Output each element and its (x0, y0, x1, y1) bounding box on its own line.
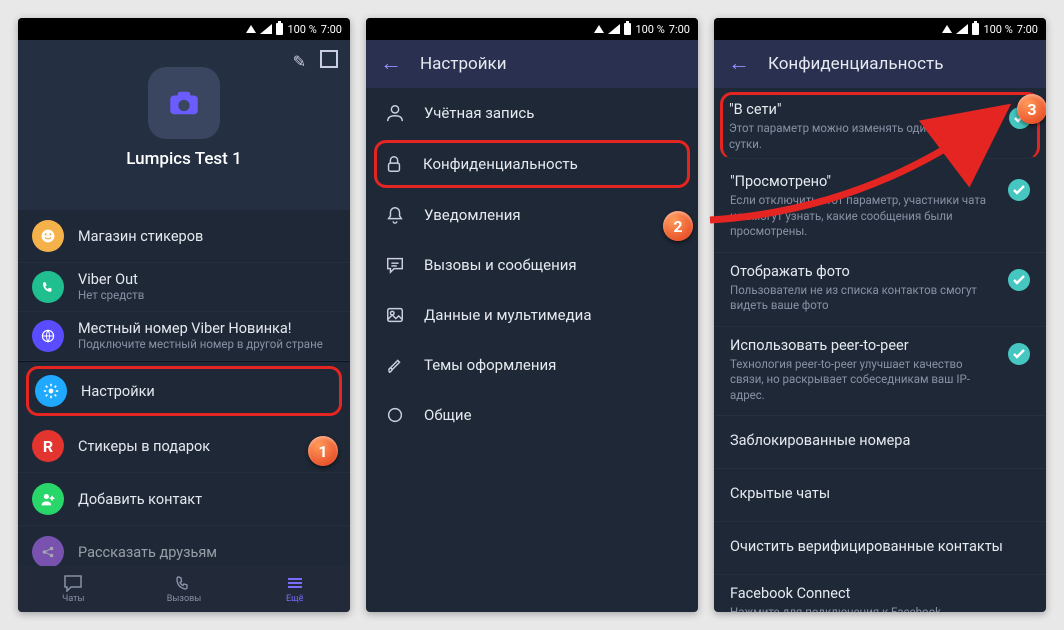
nav-more[interactable]: Ещё (239, 566, 350, 612)
bottom-nav: Чаты Вызовы Ещё (18, 566, 350, 612)
settings-item-themes[interactable]: Темы оформления (366, 340, 698, 390)
status-bar: 100 % 7:00 (366, 18, 698, 40)
privacy-toggle-online[interactable]: "В сети" Этот параметр можно изменять од… (720, 92, 1040, 159)
menu-item-share[interactable]: Рассказать друзьям (18, 526, 350, 566)
privacy-toggle-p2p[interactable]: Использовать peer-to-peer Технология pee… (714, 327, 1046, 417)
settings-list: Учётная запись Конфиденциальность Уведом… (366, 88, 698, 612)
brush-icon (384, 354, 406, 376)
page-title: Конфиденциальность (768, 54, 943, 74)
menu-item-viberout[interactable]: Viber OutНет средств (18, 263, 350, 312)
screen-profile: 100 % 7:00 ✎ Lumpics Test 1 Магазин стик… (18, 18, 350, 612)
settings-item-privacy[interactable]: Конфиденциальность (374, 140, 690, 188)
settings-item-media[interactable]: Данные и мультимедиа (366, 290, 698, 340)
image-icon (384, 304, 406, 326)
menu-item-stickers[interactable]: Магазин стикеров (18, 210, 350, 263)
menu-item-add-contact[interactable]: Добавить контакт (18, 473, 350, 526)
privacy-toggle-seen[interactable]: "Просмотрено" Если отключить этот параме… (714, 163, 1046, 253)
settings-item-general[interactable]: Общие (366, 390, 698, 440)
back-icon[interactable]: ← (380, 53, 402, 75)
clock: 7:00 (321, 23, 342, 36)
page-title: Настройки (420, 54, 507, 74)
chat-icon (384, 254, 406, 276)
check-icon[interactable] (1008, 343, 1030, 365)
privacy-link-clear-verified[interactable]: Очистить верифицированные контакты (714, 522, 1046, 575)
settings-item-notifications[interactable]: Уведомления (366, 190, 698, 240)
profile-name: Lumpics Test 1 (126, 149, 241, 169)
bell-icon (384, 204, 406, 226)
menu-item-settings[interactable]: Настройки (26, 366, 342, 416)
qr-icon[interactable] (320, 50, 338, 68)
circle-icon (384, 404, 406, 426)
callout-badge-1: 1 (308, 436, 338, 466)
battery-text: 100 % (287, 23, 316, 36)
check-icon[interactable] (1008, 179, 1030, 201)
edit-icon[interactable]: ✎ (293, 52, 306, 71)
screen-settings: 100 % 7:00 ← Настройки Учётная запись Ко… (366, 18, 698, 612)
privacy-link-blocked[interactable]: Заблокированные номера (714, 416, 1046, 469)
menu-item-local-number[interactable]: Местный номер Viber Новинка!Подключите м… (18, 312, 350, 361)
privacy-facebook-connect[interactable]: Facebook Connect Нажмите для подключения… (714, 575, 1046, 612)
profile-header: ✎ Lumpics Test 1 (18, 40, 350, 210)
title-bar: ← Конфиденциальность (714, 40, 1046, 88)
nav-chats[interactable]: Чаты (18, 566, 129, 612)
avatar[interactable] (148, 67, 220, 139)
callout-badge-3: 3 (1017, 94, 1046, 124)
privacy-link-hidden[interactable]: Скрытые чаты (714, 469, 1046, 522)
settings-item-account[interactable]: Учётная запись (366, 88, 698, 138)
lock-icon (383, 153, 405, 175)
back-icon[interactable]: ← (728, 53, 750, 75)
privacy-list: "В сети" Этот параметр можно изменять од… (714, 88, 1046, 612)
privacy-toggle-photo[interactable]: Отображать фото Пользователи не из списк… (714, 253, 1046, 327)
menu-item-gift-stickers[interactable]: R Стикеры в подарок (18, 420, 350, 473)
title-bar: ← Настройки (366, 40, 698, 88)
check-icon[interactable] (1008, 269, 1030, 291)
status-bar: 100 % 7:00 (18, 18, 350, 40)
status-bar: 100 % 7:00 (714, 18, 1046, 40)
user-icon (384, 102, 406, 124)
profile-menu: Магазин стикеров Viber OutНет средств Ме… (18, 210, 350, 566)
settings-item-calls-msgs[interactable]: Вызовы и сообщения (366, 240, 698, 290)
screen-privacy: 100 % 7:00 ← Конфиденциальность "В сети"… (714, 18, 1046, 612)
nav-calls[interactable]: Вызовы (129, 566, 240, 612)
callout-badge-2: 2 (663, 211, 693, 241)
